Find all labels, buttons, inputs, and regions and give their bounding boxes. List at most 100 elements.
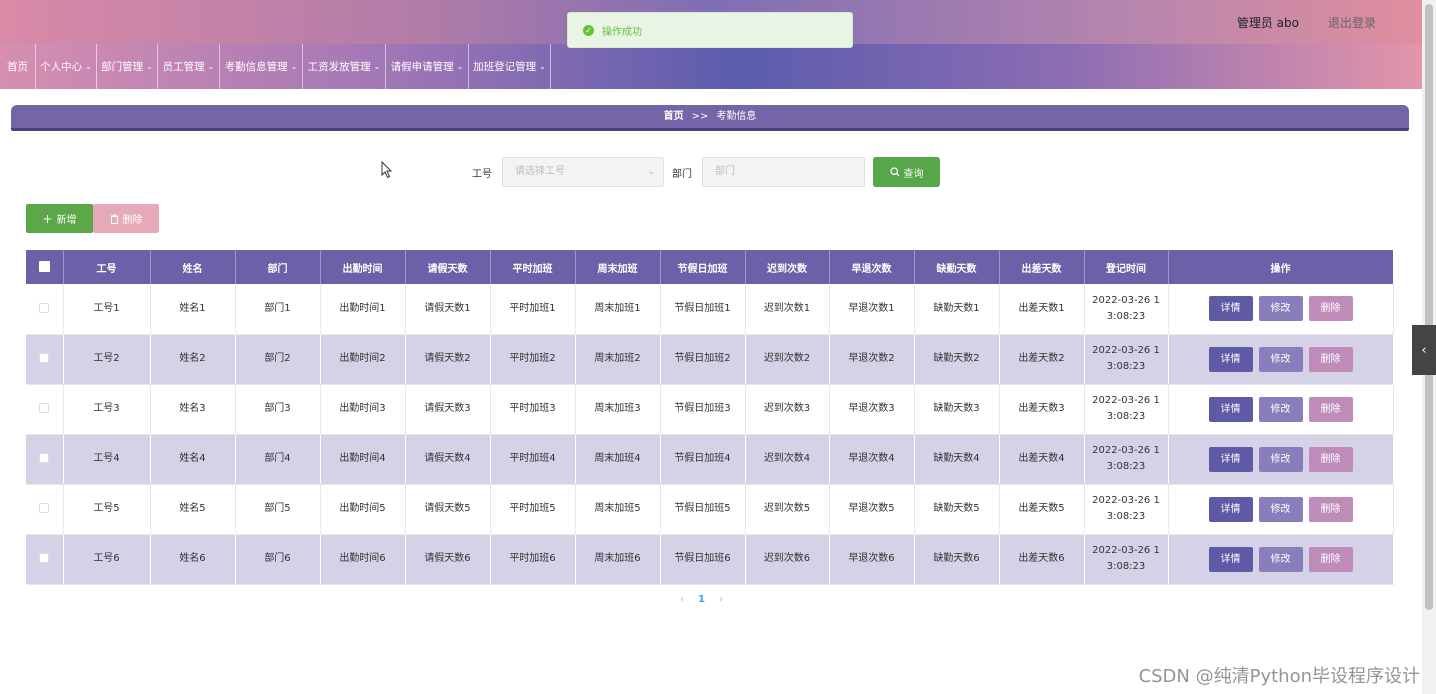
- table-cell: 节假日加班5: [660, 484, 746, 535]
- batch-delete-button[interactable]: 删除: [93, 204, 159, 233]
- logout-link[interactable]: 退出登录: [1328, 14, 1376, 31]
- nav-item-label: 请假申请管理: [390, 61, 454, 73]
- delete-button[interactable]: 删除: [1308, 446, 1353, 472]
- nav-item-1[interactable]: 个人中心 ⌄: [36, 44, 97, 89]
- table-cell: 部门3: [235, 384, 321, 435]
- nav-item-2[interactable]: 部门管理 ⌄: [97, 44, 158, 89]
- register-time-cell: 2022-03-26 1 3:08:23: [1084, 384, 1169, 435]
- table-cell: 缺勤天数6: [914, 534, 1000, 585]
- table-cell: 节假日加班4: [660, 434, 746, 485]
- delete-button[interactable]: 删除: [1308, 496, 1353, 522]
- register-time-cell: 2022-03-26 1 3:08:23: [1084, 434, 1169, 485]
- table-cell: 出差天数3: [999, 384, 1085, 435]
- table-cell: 部门6: [235, 534, 321, 585]
- table-cell: 早退次数5: [829, 484, 915, 535]
- chevron-left-icon[interactable]: ‹: [1412, 325, 1436, 375]
- edit-button[interactable]: 修改: [1258, 296, 1303, 322]
- add-button[interactable]: + 新增: [26, 204, 93, 233]
- view-button[interactable]: 详情: [1208, 396, 1253, 422]
- main-nav: 首页 个人中心 ⌄ 部门管理 ⌄ 员工管理 ⌄ 考勤信息管理 ⌄ 工资发放管理 ⌄ 请假申请管理 ⌄ 加班…: [0, 44, 1422, 89]
- nav-item-label: 个人中心: [40, 61, 83, 73]
- next-page-button[interactable]: ›: [719, 594, 723, 605]
- gonghao-select[interactable]: 请选择工号 ⌄: [502, 157, 664, 187]
- nav-item-3[interactable]: 员工管理 ⌄: [158, 44, 220, 89]
- search-button[interactable]: 查询: [873, 157, 940, 187]
- view-button[interactable]: 详情: [1208, 446, 1253, 472]
- view-button[interactable]: 详情: [1208, 546, 1253, 572]
- nav-item-6[interactable]: 请假申请管理 ⌄: [386, 44, 469, 89]
- table-cell: 早退次数2: [829, 334, 915, 385]
- table-cell: 迟到次数2: [745, 334, 830, 385]
- row-checkbox[interactable]: [39, 453, 50, 463]
- table-cell: 缺勤天数1: [914, 284, 1000, 335]
- operations-cell: 详情 修改 删除: [1168, 534, 1394, 585]
- table-cell: 节假日加班1: [660, 284, 746, 335]
- edit-button[interactable]: 修改: [1258, 496, 1303, 522]
- batch-delete-button-label: 删除: [122, 215, 143, 226]
- row-checkbox[interactable]: [39, 403, 50, 413]
- row-select-cell: [26, 284, 64, 335]
- table-cell: 节假日加班2: [660, 334, 746, 385]
- breadcrumb-home[interactable]: 首页: [664, 111, 684, 122]
- admin-label: 管理员 abo: [1236, 16, 1299, 30]
- delete-button[interactable]: 删除: [1308, 396, 1353, 422]
- bumen-label: 部门: [672, 169, 692, 180]
- nav-item-5[interactable]: 工资发放管理 ⌄: [303, 44, 386, 89]
- table-cell: 平时加班2: [490, 334, 576, 385]
- scrollbar-thumb[interactable]: [1425, 4, 1433, 610]
- view-button[interactable]: 详情: [1208, 496, 1253, 522]
- nav-item-0[interactable]: 首页: [0, 44, 36, 89]
- view-button[interactable]: 详情: [1208, 346, 1253, 372]
- delete-button[interactable]: 删除: [1308, 546, 1353, 572]
- table-cell: 平时加班6: [490, 534, 576, 585]
- delete-button[interactable]: 删除: [1308, 346, 1353, 372]
- edit-button[interactable]: 修改: [1258, 346, 1303, 372]
- bumen-input[interactable]: 部门: [702, 157, 865, 187]
- breadcrumb-current: 考勤信息: [716, 111, 757, 122]
- delete-button[interactable]: 删除: [1308, 296, 1353, 322]
- nav-item-4[interactable]: 考勤信息管理 ⌄: [220, 44, 303, 89]
- row-checkbox[interactable]: [39, 553, 50, 563]
- table-cell: 早退次数6: [829, 534, 915, 585]
- bumen-input-placeholder: 部门: [715, 166, 735, 177]
- table-cell: 部门1: [235, 284, 321, 335]
- table-cell: 部门5: [235, 484, 321, 535]
- table-cell: 早退次数3: [829, 384, 915, 435]
- nav-item-label: 考勤信息管理: [224, 61, 288, 73]
- table-cell: 早退次数4: [829, 434, 915, 485]
- row-checkbox[interactable]: [39, 503, 50, 513]
- table-cell: 迟到次数5: [745, 484, 830, 535]
- table-row: 工号2 姓名2 部门2 出勤时间2 请假天数2 平时加班2 周末加班2 节假日加班2 迟到次数2…: [26, 334, 1394, 385]
- table-cell: 出差天数5: [999, 484, 1085, 535]
- breadcrumb-separator: >>: [691, 111, 709, 122]
- table-cell: 工号6: [63, 534, 151, 585]
- prev-page-button[interactable]: ‹: [680, 594, 684, 605]
- table-cell: 缺勤天数3: [914, 384, 1000, 435]
- edit-button[interactable]: 修改: [1258, 446, 1303, 472]
- table-cell: 工号3: [63, 384, 151, 435]
- view-button[interactable]: 详情: [1208, 296, 1253, 322]
- column-header: 早退次数: [829, 250, 915, 284]
- column-header: 出差天数: [999, 250, 1085, 284]
- table-cell: 节假日加班3: [660, 384, 746, 435]
- table-cell: 平时加班5: [490, 484, 576, 535]
- row-select-cell: [26, 384, 64, 435]
- chevron-down-icon: ⌄: [647, 167, 655, 177]
- table-cell: 工号2: [63, 334, 151, 385]
- column-header: 操作: [1168, 250, 1394, 284]
- table-cell: 周末加班4: [575, 434, 661, 485]
- table-row: 工号3 姓名3 部门3 出勤时间3 请假天数3 平时加班3 周末加班3 节假日加班3 迟到次数3…: [26, 384, 1394, 435]
- row-checkbox[interactable]: [39, 353, 50, 363]
- table-cell: 缺勤天数5: [914, 484, 1000, 535]
- row-checkbox[interactable]: [39, 302, 50, 313]
- table-body: 工号1 姓名1 部门1 出勤时间1 请假天数1 平时加班1 周末加班1 节假日加班1 迟到次数1…: [26, 284, 1394, 585]
- register-time-cell: 2022-03-26 1 3:08:23: [1084, 484, 1169, 535]
- select-all-checkbox[interactable]: [38, 261, 50, 273]
- success-toast: ✓ 操作成功: [567, 12, 853, 48]
- table-cell: 出勤时间1: [320, 284, 406, 335]
- edit-button[interactable]: 修改: [1258, 546, 1303, 572]
- nav-item-7[interactable]: 加班登记管理 ⌄: [469, 44, 551, 89]
- edit-button[interactable]: 修改: [1258, 396, 1303, 422]
- page-number-current[interactable]: 1: [698, 594, 705, 605]
- table-cell: 节假日加班6: [660, 534, 746, 585]
